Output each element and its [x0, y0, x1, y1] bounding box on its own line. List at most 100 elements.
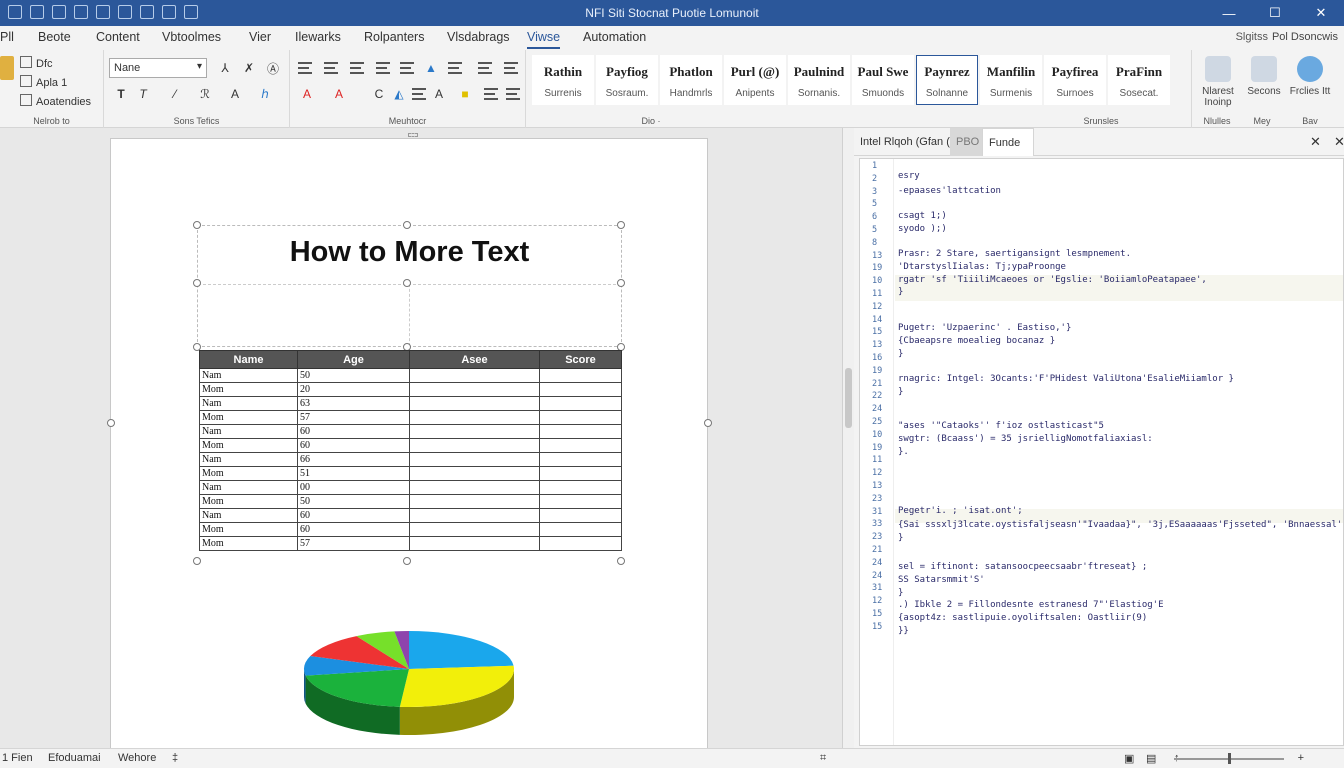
code-line[interactable]: {asopt4z: sastlipuie.oyoliftsalen: Oastl… [898, 613, 1147, 623]
accessibility-status[interactable]: ‡ [172, 752, 178, 764]
resize-handle[interactable] [403, 557, 411, 565]
print-layout-icon[interactable]: ▤ [1146, 752, 1156, 765]
table-cell[interactable]: 50 [297, 494, 410, 509]
code-line[interactable]: .) Ibkle 2 = Fillondesnte estranesd 7"'E… [898, 600, 1164, 610]
table-cell[interactable] [409, 494, 540, 509]
style-tile[interactable]: Manfilin Surmenis [980, 55, 1042, 105]
code-line[interactable]: "ases '"Cataoks'' f'ioz ostlasticast"5 [898, 421, 1104, 431]
table-header[interactable]: Age [297, 350, 410, 369]
table-row[interactable]: Nam 50 [199, 368, 622, 383]
table-header[interactable]: Asee [409, 350, 540, 369]
table-cell[interactable] [409, 410, 540, 425]
table-cell[interactable]: Nam [199, 452, 298, 467]
table-row[interactable]: Mom 51 [199, 466, 622, 481]
code-line[interactable]: }} [898, 626, 909, 636]
table-cell[interactable]: 20 [297, 382, 410, 397]
page-margin-handle[interactable] [704, 419, 712, 427]
table-cell[interactable]: 63 [297, 396, 410, 411]
shading-icon[interactable] [502, 59, 520, 77]
table-cell[interactable]: 60 [297, 522, 410, 537]
style-tile[interactable]: Paul Swe Smuonds [852, 55, 914, 105]
table-row[interactable]: Mom 57 [199, 536, 622, 551]
focus-icon[interactable]: ⌗ [820, 752, 826, 765]
table-cell[interactable]: 57 [297, 410, 410, 425]
code-line[interactable]: } [898, 387, 903, 397]
case-icon[interactable]: ℎ [256, 85, 274, 103]
code-line[interactable]: Pugetr: 'Uzpaerinc' . Eastiso,'} [898, 323, 1071, 333]
table-cell[interactable] [409, 522, 540, 537]
table-cell[interactable]: 57 [297, 536, 410, 551]
table-cell[interactable] [539, 410, 622, 425]
italic-icon[interactable]: T [134, 85, 152, 103]
style-tile-selected[interactable]: Paynrez Solnanne [916, 55, 978, 105]
table-cell[interactable]: Mom [199, 410, 298, 425]
table-cell[interactable] [539, 466, 622, 481]
code-line[interactable]: } [898, 588, 903, 598]
table-cell[interactable]: Mom [199, 536, 298, 551]
code-line[interactable]: syodo );) [898, 224, 947, 234]
font-name-select[interactable]: Nane [109, 58, 207, 78]
bullets-icon[interactable] [322, 59, 340, 77]
table-cell[interactable] [409, 438, 540, 453]
table-cell[interactable] [409, 424, 540, 439]
code-line[interactable]: } [898, 287, 903, 297]
data-table[interactable]: Name Age Asee Score Nam 50 Mom 20 Nam 63 Mom 57… [199, 350, 622, 551]
tab-insert[interactable]: Content [96, 30, 140, 44]
copy-button[interactable]: Apla 1 [20, 75, 67, 89]
paste-icon[interactable] [0, 56, 14, 80]
table-cell[interactable]: Nam [199, 480, 298, 495]
tab-layout[interactable]: Vier [249, 30, 271, 44]
table-row[interactable]: Nam 60 [199, 424, 622, 439]
vertical-scrollbar[interactable] [842, 128, 854, 748]
table-row[interactable]: Mom 50 [199, 494, 622, 509]
style-tile[interactable]: Paulnind Sornanis. [788, 55, 850, 105]
line-spacing-icon[interactable] [476, 59, 494, 77]
tab-home[interactable]: Beote [38, 30, 71, 44]
code-line[interactable]: }. [898, 447, 909, 457]
maximize-icon[interactable]: ☐ [1252, 0, 1298, 26]
code-line[interactable]: csagt 1;) [898, 211, 947, 221]
style-tile[interactable]: Payfirea Surnoes [1044, 55, 1106, 105]
columns-icon[interactable] [504, 85, 522, 103]
table-row[interactable]: Mom 57 [199, 410, 622, 425]
table-cell[interactable] [409, 508, 540, 523]
borders-icon[interactable]: A [298, 85, 316, 103]
outdent-icon[interactable] [398, 59, 416, 77]
table-row[interactable]: Mom 20 [199, 382, 622, 397]
table-cell[interactable]: Mom [199, 382, 298, 397]
table-cell[interactable] [539, 522, 622, 537]
code-line[interactable]: {Sai sssxlj3lcate.oystisfaljseasn'"Ivaad… [898, 520, 1342, 530]
table-cell[interactable] [409, 466, 540, 481]
pane-tab-inspect[interactable]: Intel Rlqoh (Gfan () [854, 128, 960, 156]
select-button[interactable]: Frclies Itt [1288, 54, 1332, 97]
align-left-icon[interactable] [410, 85, 428, 103]
resize-handle[interactable] [403, 279, 411, 287]
table-row[interactable]: Nam 00 [199, 480, 622, 495]
style-tile[interactable]: Purl (@) Anipents [724, 55, 786, 105]
share-button[interactable]: Slgitss [1236, 31, 1268, 43]
table-cell[interactable]: Mom [199, 494, 298, 509]
table-cell[interactable] [539, 438, 622, 453]
code-line[interactable]: SS Satarsmmit'S' [898, 575, 985, 585]
code-line[interactable]: -epaases'lattcation [898, 186, 1001, 196]
code-editor[interactable]: 1 2 3 5 6 5 8 13 19 10 11 12 14 15 13 16 19 21 22 24 25 10 19 1… [859, 158, 1344, 746]
pie-slice[interactable] [409, 631, 514, 669]
code-line[interactable]: Pegetr'i. ; 'isat.ont'; [898, 506, 1023, 516]
code-line[interactable]: } [898, 349, 903, 359]
fill-icon[interactable]: ◭ [390, 85, 408, 103]
page-margin-handle[interactable] [107, 419, 115, 427]
tab-references[interactable]: Ilewarks [295, 30, 341, 44]
table-cell[interactable]: Mom [199, 466, 298, 481]
code-line[interactable]: } [898, 533, 903, 543]
table-cell[interactable]: 60 [297, 438, 410, 453]
text-fill-icon[interactable]: A [430, 85, 448, 103]
code-line[interactable]: esry [898, 171, 920, 181]
table-row[interactable]: Mom 60 [199, 522, 622, 537]
table-cell[interactable]: Nam [199, 396, 298, 411]
table-cell[interactable]: 66 [297, 452, 410, 467]
style-tile[interactable]: Rathin Surrenis [532, 55, 594, 105]
table-cell[interactable]: 60 [297, 508, 410, 523]
numbering-icon[interactable] [348, 59, 366, 77]
word-count[interactable]: Efoduamai [48, 752, 101, 764]
table-row[interactable]: Mom 60 [199, 438, 622, 453]
